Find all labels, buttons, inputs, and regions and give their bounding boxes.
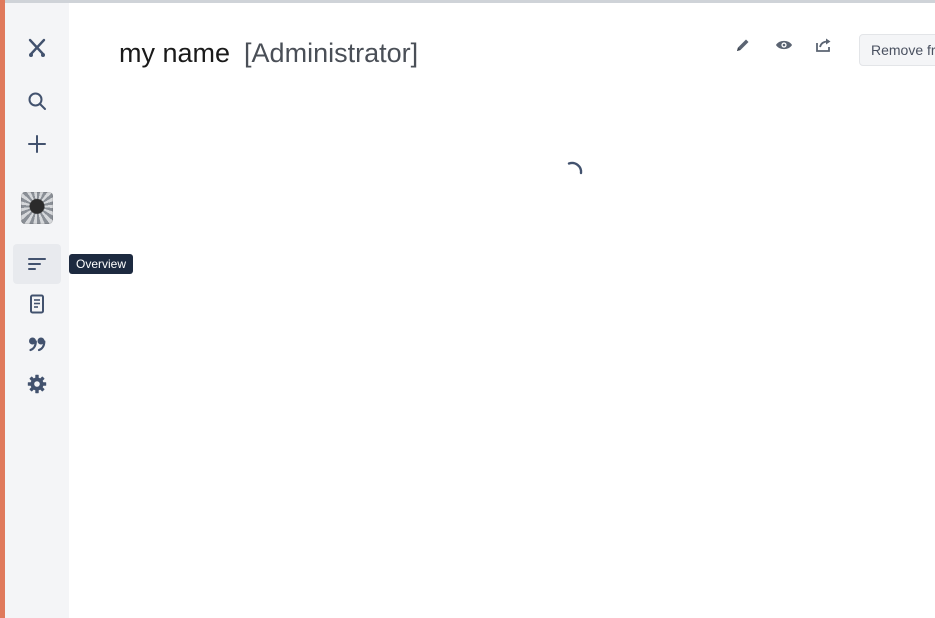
- sidebar: [5, 3, 69, 618]
- avatar[interactable]: [21, 192, 53, 224]
- quote-icon: [27, 335, 47, 353]
- share-button[interactable]: [813, 37, 835, 57]
- edit-button[interactable]: [732, 37, 754, 57]
- search-icon: [27, 91, 47, 111]
- sidebar-item-quote[interactable]: [13, 324, 61, 364]
- logo-button[interactable]: [13, 28, 61, 68]
- view-button[interactable]: [773, 37, 795, 57]
- share-icon: [815, 37, 833, 58]
- user-name: my name: [119, 38, 231, 68]
- remove-button[interactable]: Remove fr: [859, 34, 935, 66]
- user-role: [Administrator]: [244, 38, 419, 68]
- plus-icon: [27, 134, 47, 154]
- window-top-border: [0, 0, 935, 3]
- overview-tooltip: Overview: [69, 254, 134, 274]
- overview-lines-icon: [27, 256, 47, 272]
- eye-icon: [775, 38, 793, 57]
- create-button[interactable]: [13, 124, 61, 164]
- crossed-swords-icon: [26, 37, 48, 59]
- sidebar-item-document[interactable]: [13, 284, 61, 324]
- loading-spinner: [561, 160, 585, 184]
- gear-icon: [27, 374, 47, 394]
- document-icon: [29, 294, 45, 314]
- search-button[interactable]: [13, 81, 61, 121]
- page-title: my name [Administrator]: [119, 36, 418, 70]
- sidebar-item-settings[interactable]: [13, 364, 61, 404]
- pencil-icon: [735, 37, 751, 58]
- sidebar-item-overview[interactable]: [13, 244, 61, 284]
